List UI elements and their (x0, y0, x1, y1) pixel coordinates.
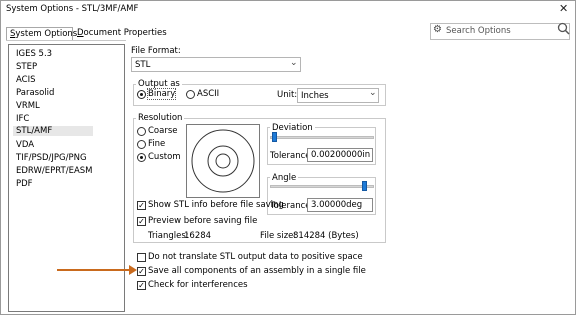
ascii-label[interactable]: ASCII (197, 89, 219, 99)
ascii-radio[interactable] (186, 90, 195, 99)
show-stl-info-checkbox[interactable]: ✓ (137, 201, 146, 210)
search-placeholder: Search Options (446, 26, 511, 36)
unit-select[interactable]: Inches (297, 88, 379, 103)
translate-checkbox[interactable] (137, 253, 146, 262)
unit-value: Inches (301, 91, 329, 101)
file-format-select[interactable]: STL (131, 57, 301, 72)
filesize-label: File size: (260, 231, 297, 241)
triangles-value: 16284 (184, 231, 212, 241)
show-stl-info-label[interactable]: Show STL info before file saving (148, 200, 284, 210)
preview-label[interactable]: Preview before saving file (148, 216, 257, 226)
chevron-down-icon: ⌄ (369, 88, 377, 98)
interferences-checkbox[interactable]: ✓ (137, 281, 146, 290)
coarse-radio[interactable] (137, 127, 146, 136)
file-format-label: File Format: (131, 46, 181, 56)
binary-radio[interactable] (137, 90, 146, 99)
window-title: System Options - STL/3MF/AMF (6, 4, 139, 14)
angle-title: Angle (270, 173, 299, 183)
tab-system-options[interactable]: System Options (6, 27, 77, 41)
output-as-title: Output as (136, 79, 182, 89)
options-category-list[interactable]: IGES 5.3 STEP ACIS Parasolid VRML IFC ST… (8, 44, 125, 312)
angle-slider-thumb[interactable] (362, 181, 368, 191)
tab-document-properties[interactable]: Document Properties (74, 27, 167, 41)
search-icon[interactable] (557, 22, 570, 35)
list-item[interactable]: VDA (16, 140, 34, 150)
list-item[interactable]: ACIS (16, 75, 36, 85)
chevron-down-icon: ⌄ (290, 58, 298, 68)
list-item[interactable]: VRML (16, 101, 40, 111)
tab-divider (6, 40, 126, 41)
custom-label[interactable]: Custom (148, 152, 181, 162)
resolution-preview-box (186, 124, 260, 198)
deviation-tolerance-field[interactable]: 0.00200000in (307, 148, 373, 162)
save-all-checkbox[interactable]: ✓ (137, 267, 146, 276)
list-item[interactable]: IGES 5.3 (16, 49, 52, 59)
angle-slider[interactable] (270, 185, 374, 188)
annotation-arrow-icon (129, 265, 137, 275)
list-item[interactable]: STEP (16, 62, 37, 72)
angle-tolerance-field[interactable]: 3.00000deg (307, 198, 373, 212)
translate-label[interactable]: Do not translate STL output data to posi… (148, 252, 363, 262)
list-item-selected[interactable]: STL/AMF (13, 126, 93, 136)
fine-radio[interactable] (137, 140, 146, 149)
gear-icon[interactable]: ⚙ (433, 24, 442, 35)
deviation-slider[interactable] (270, 136, 374, 139)
interferences-label[interactable]: Check for interferences (148, 280, 248, 290)
list-item[interactable]: TIF/PSD/JPG/PNG (16, 153, 87, 163)
deviation-slider-thumb[interactable] (271, 132, 277, 142)
custom-radio[interactable] (137, 153, 146, 162)
resolution-preview-icon (191, 129, 255, 193)
unit-label: Unit: (277, 90, 298, 100)
file-format-value: STL (135, 60, 151, 70)
preview-checkbox[interactable]: ✓ (137, 217, 146, 226)
binary-label[interactable]: Binary (146, 88, 177, 100)
close-icon[interactable]: ✕ (559, 2, 568, 15)
annotation-arrow-line (57, 269, 131, 271)
list-item[interactable]: PDF (16, 179, 33, 189)
save-all-label[interactable]: Save all components of an assembly in a … (148, 266, 366, 276)
resolution-title: Resolution (136, 113, 185, 123)
list-item[interactable]: EDRW/EPRT/EASM (16, 166, 93, 176)
triangles-label: Triangles: (148, 231, 189, 241)
fine-label[interactable]: Fine (148, 139, 165, 149)
coarse-label[interactable]: Coarse (148, 126, 178, 136)
list-item[interactable]: Parasolid (16, 88, 54, 98)
list-item[interactable]: IFC (16, 114, 29, 124)
filesize-value: 814284 (Bytes) (293, 231, 359, 241)
